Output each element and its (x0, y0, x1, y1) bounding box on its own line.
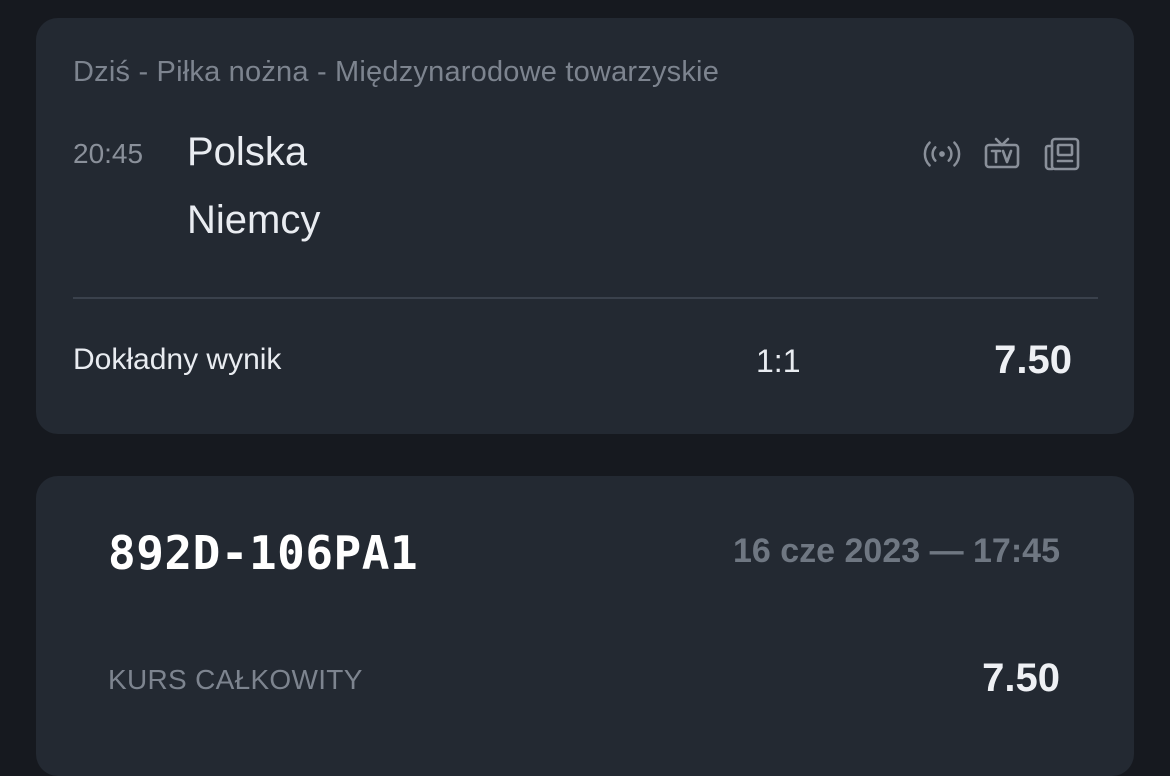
total-odds-label: KURS CAŁKOWITY (108, 664, 363, 695)
event-header: Dziś - Piłka nożna - Międzynarodowe towa… (73, 56, 720, 88)
bet-slip-datetime: 16 cze 2023 — 17:45 (732, 532, 1060, 570)
statistics-icon[interactable] (1042, 134, 1082, 174)
bet-slip-card: 892D-106PA1 16 cze 2023 — 17:45 KURS CAŁ… (36, 476, 1134, 776)
market-name: Dokładny wynik (73, 343, 282, 376)
match-card[interactable]: Dziś - Piłka nożna - Międzynarodowe towa… (36, 18, 1134, 434)
total-odds-value: 7.50 (982, 656, 1060, 700)
home-team: Polska (187, 130, 308, 174)
live-broadcast-icon[interactable] (922, 134, 962, 174)
away-team: Niemcy (187, 198, 321, 242)
tv-icon[interactable] (982, 134, 1022, 174)
bet-slip-id: 892D-106PA1 (108, 526, 419, 580)
divider (73, 297, 1098, 299)
match-odds: 7.50 (994, 338, 1072, 382)
match-time: 20:45 (73, 138, 144, 169)
selection: 1:1 (756, 343, 801, 379)
match-icons (922, 134, 1082, 174)
